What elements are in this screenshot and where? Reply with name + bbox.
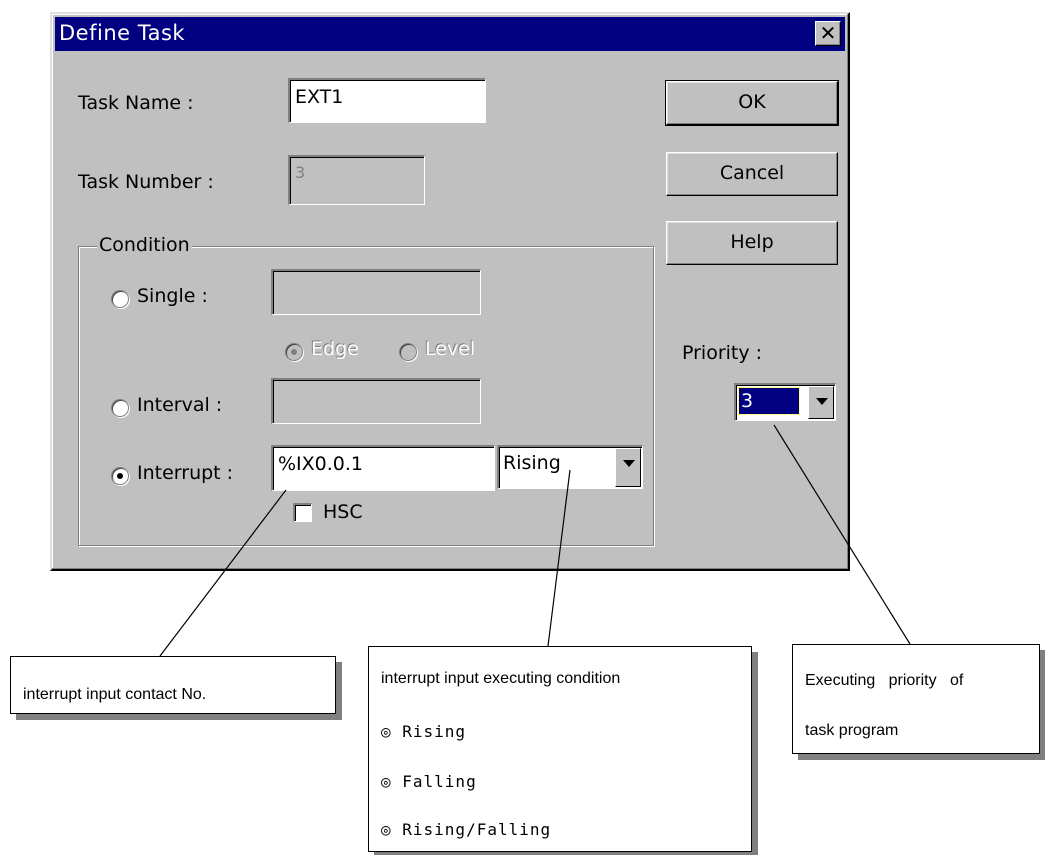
interval-radio[interactable] bbox=[111, 399, 129, 417]
define-task-dialog: Define Task ✕ Task Name : EXT1 Task Numb… bbox=[50, 12, 850, 571]
edge-radio bbox=[285, 343, 303, 361]
level-label: Level bbox=[425, 338, 476, 360]
hsc-label: HSC bbox=[323, 501, 363, 523]
hsc-checkbox[interactable] bbox=[293, 503, 312, 522]
interrupt-input[interactable]: %IX0.0.1 bbox=[271, 445, 495, 491]
close-button[interactable]: ✕ bbox=[815, 21, 841, 46]
condition-option-falling: ◎ Falling bbox=[381, 772, 477, 791]
ok-button[interactable]: OK bbox=[665, 80, 839, 126]
task-name-input[interactable]: EXT1 bbox=[288, 78, 486, 123]
chevron-down-icon[interactable] bbox=[808, 386, 834, 419]
priority-select[interactable]: 3 bbox=[734, 383, 836, 421]
cancel-button[interactable]: Cancel bbox=[666, 152, 838, 196]
task-name-label: Task Name : bbox=[78, 92, 194, 114]
interrupt-condition-select[interactable]: Rising bbox=[497, 445, 643, 489]
interrupt-condition-value: Rising bbox=[503, 452, 561, 474]
single-radio[interactable] bbox=[111, 290, 129, 308]
help-button[interactable]: Help bbox=[666, 221, 838, 265]
close-icon: ✕ bbox=[819, 21, 837, 45]
contact-callout: interrupt input contact No. bbox=[10, 656, 336, 714]
interrupt-radio[interactable] bbox=[111, 467, 129, 485]
condition-option-rising: ◎ Rising bbox=[381, 722, 467, 741]
condition-callout: interrupt input executing condition ◎ Ri… bbox=[368, 646, 752, 852]
task-number-field: 3 bbox=[288, 155, 425, 205]
interval-input bbox=[271, 378, 481, 424]
level-radio bbox=[399, 343, 417, 361]
condition-legend: Condition bbox=[97, 234, 192, 256]
interrupt-label: Interrupt : bbox=[137, 462, 234, 484]
priority-callout-line2: task program bbox=[805, 722, 899, 739]
single-input bbox=[271, 269, 481, 315]
title-bar: Define Task ✕ bbox=[55, 17, 845, 51]
condition-option-rising-falling: ◎ Rising/Falling bbox=[381, 820, 552, 839]
task-number-label: Task Number : bbox=[78, 171, 214, 193]
dialog-title: Define Task bbox=[59, 21, 186, 45]
priority-label: Priority : bbox=[682, 342, 763, 364]
priority-callout: Executing priority of task program bbox=[792, 644, 1040, 754]
priority-callout-line1: Executing priority of bbox=[805, 672, 964, 689]
contact-callout-text: interrupt input contact No. bbox=[23, 686, 207, 703]
single-label: Single : bbox=[137, 285, 208, 307]
condition-group: Condition Single : Edge Level Interval :… bbox=[78, 234, 654, 546]
condition-callout-title: interrupt input executing condition bbox=[381, 670, 621, 687]
edge-label: Edge bbox=[311, 338, 359, 360]
priority-value: 3 bbox=[738, 387, 800, 415]
interval-label: Interval : bbox=[137, 394, 223, 416]
chevron-down-icon[interactable] bbox=[615, 448, 641, 487]
